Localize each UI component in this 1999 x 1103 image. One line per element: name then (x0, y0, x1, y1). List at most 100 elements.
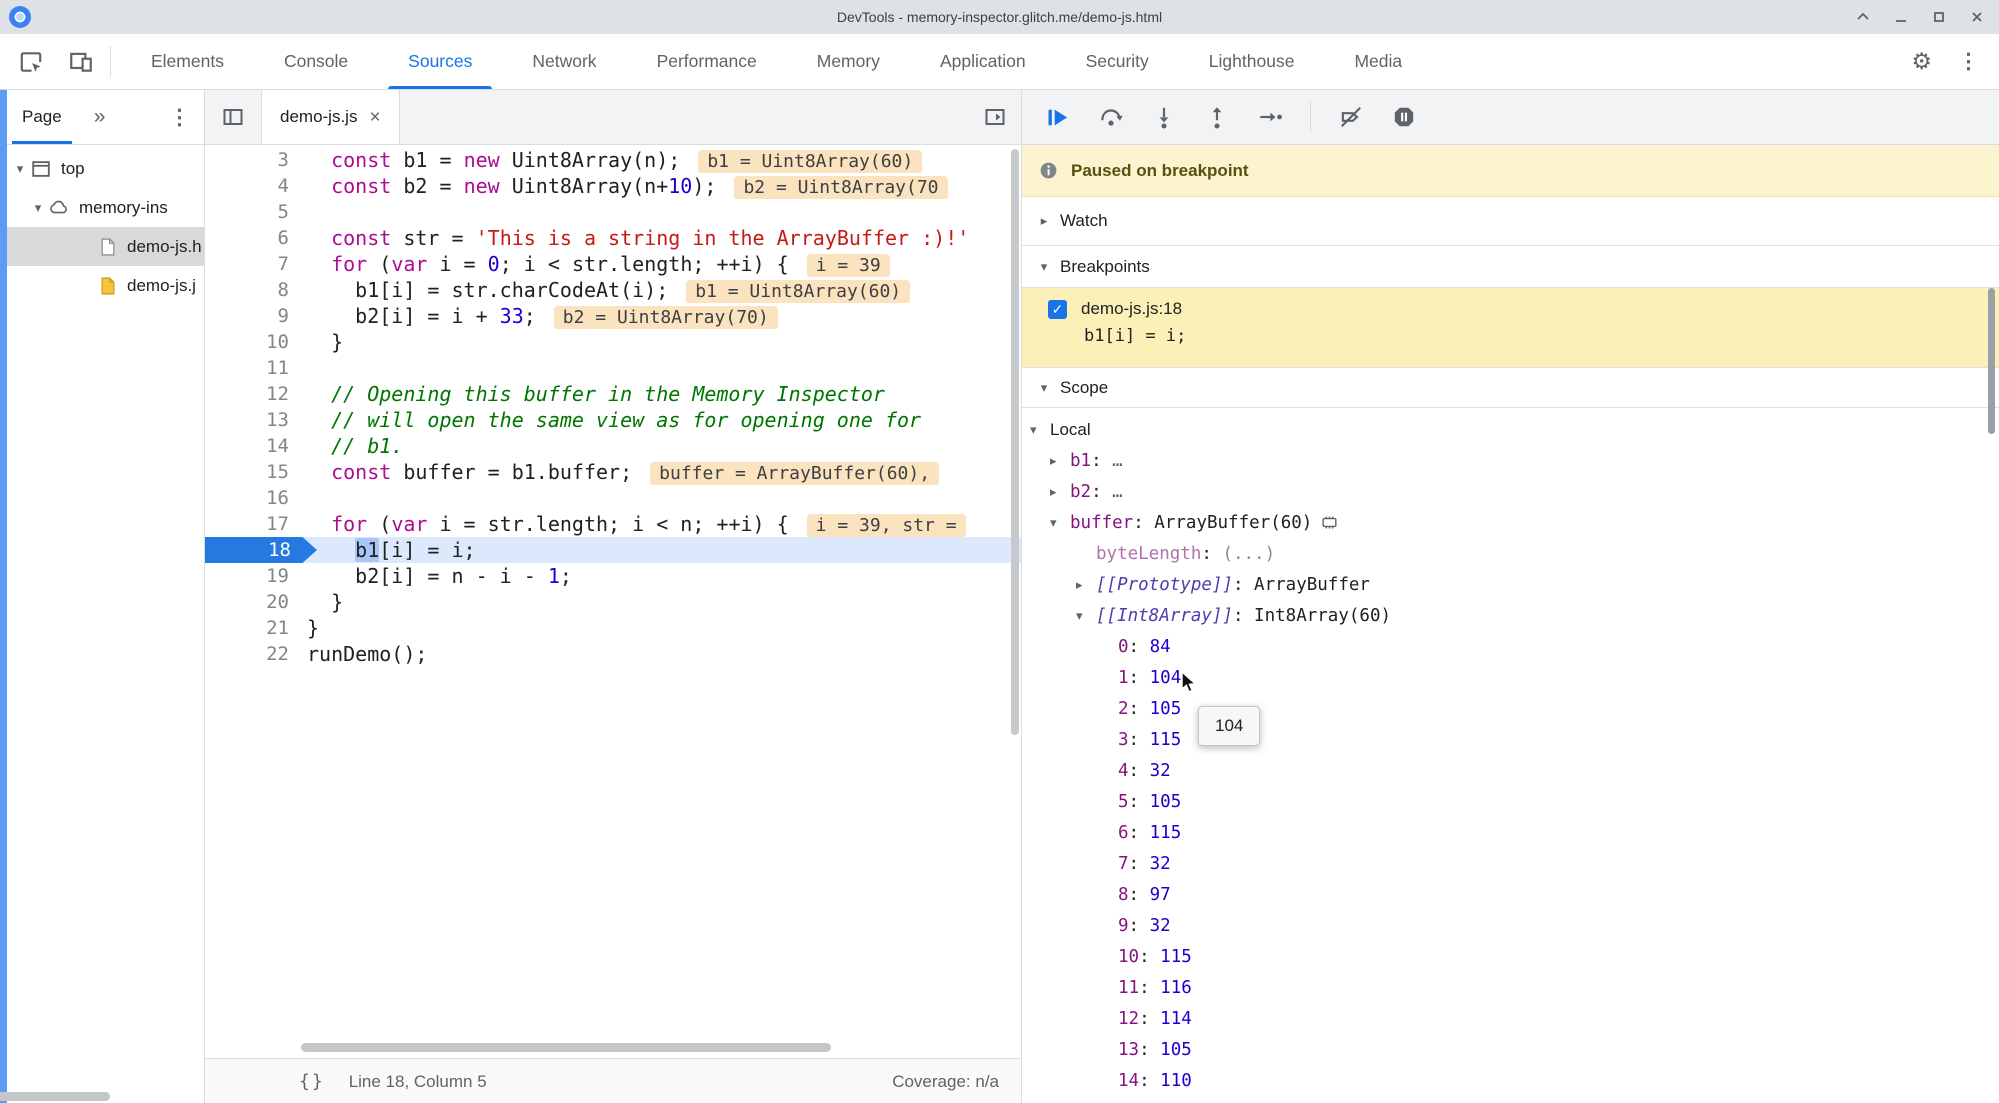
step-out-icon[interactable] (1204, 104, 1230, 130)
line-number-3[interactable]: 3 (205, 147, 303, 173)
tree-item-top[interactable]: ▾ top (0, 149, 204, 188)
code-line-content[interactable]: const str = 'This is a string in the Arr… (303, 225, 969, 251)
code-line-content[interactable]: b1[i] = str.charCodeAt(i); b1 = Uint8Arra… (303, 277, 911, 303)
scope-row-prototype[interactable]: ▸ [[Prototype]]: ArrayBuffer (1022, 569, 1999, 600)
tree-item-demo-js-h[interactable]: demo-js.h (0, 227, 204, 266)
section-scope[interactable]: ▾ Scope (1022, 368, 1999, 408)
line-number-15[interactable]: 15 (205, 459, 303, 485)
line-number-18[interactable]: 18 (205, 537, 317, 563)
chevron-right-icon[interactable]: ▸ (1074, 577, 1096, 593)
tab-lighthouse[interactable]: Lighthouse (1179, 34, 1325, 89)
line-number-8[interactable]: 8 (205, 277, 303, 303)
chevron-down-icon[interactable]: ▾ (1028, 422, 1050, 438)
toggle-navigator-button[interactable] (205, 90, 261, 144)
code-line-content[interactable] (303, 199, 307, 225)
chevron-down-icon[interactable]: ▾ (1048, 515, 1070, 531)
code-line-content[interactable]: // will open the same view as for openin… (303, 407, 921, 433)
code-line-content[interactable]: } (303, 615, 319, 641)
code-line-content[interactable] (303, 355, 307, 381)
chevron-down-icon[interactable]: ▾ (1074, 608, 1096, 624)
code-line-content[interactable]: const buffer = b1.buffer; buffer = ArrayB… (303, 459, 940, 485)
device-toolbar-icon[interactable] (68, 49, 94, 75)
tab-media[interactable]: Media (1324, 34, 1432, 89)
open-drawer-icon[interactable] (983, 105, 1007, 129)
scope-row-0[interactable]: 0: 84 (1022, 631, 1999, 662)
scope-row-2[interactable]: 2: 105 (1022, 693, 1999, 724)
scope-row-4[interactable]: 4: 32 (1022, 755, 1999, 786)
editor-corner-button[interactable] (983, 90, 1021, 144)
code-line-content[interactable] (303, 485, 307, 511)
settings-gear-icon[interactable]: ⚙ (1911, 48, 1932, 75)
scope-row-buffer[interactable]: ▾ buffer: ArrayBuffer(60) (1022, 507, 1999, 538)
code-line-content[interactable]: } (303, 329, 343, 355)
scope-row-14[interactable]: 14: 110 (1022, 1065, 1999, 1096)
chevron-right-icon[interactable]: ▸ (1048, 484, 1070, 500)
code-line-content[interactable]: for (var i = 0; i < str.length; ++i) {i … (303, 251, 890, 277)
maximize-icon[interactable] (1931, 9, 1947, 25)
tab-security[interactable]: Security (1056, 34, 1179, 89)
file-tab-demo-js[interactable]: demo-js.js × (261, 90, 400, 144)
line-number-13[interactable]: 13 (205, 407, 303, 433)
scope-row-13[interactable]: 13: 105 (1022, 1034, 1999, 1065)
scope-row-6[interactable]: 6: 115 (1022, 817, 1999, 848)
scope-row-12[interactable]: 12: 114 (1022, 1003, 1999, 1034)
code-line-content[interactable]: const b1 = new Uint8Array(n); b1 = Uint8A… (303, 147, 923, 173)
memory-inspector-icon[interactable] (1320, 513, 1339, 532)
line-number-17[interactable]: 17 (205, 511, 303, 537)
pretty-print-button[interactable]: {} (299, 1071, 325, 1092)
line-number-7[interactable]: 7 (205, 251, 303, 277)
breakpoint-entry[interactable]: ✓ demo-js.js:18 b1[i] = i; (1022, 288, 1999, 368)
step-into-icon[interactable] (1151, 104, 1177, 130)
line-number-20[interactable]: 20 (205, 589, 303, 615)
line-number-6[interactable]: 6 (205, 225, 303, 251)
scope-row-int8array[interactable]: ▾ [[Int8Array]]: Int8Array(60) (1022, 600, 1999, 631)
tab-memory[interactable]: Memory (787, 34, 910, 89)
tab-page[interactable]: Page (12, 90, 72, 144)
breakpoint-checkbox[interactable]: ✓ (1048, 299, 1067, 319)
debugger-vertical-scrollbar[interactable] (1988, 288, 1995, 434)
tab-performance[interactable]: Performance (627, 34, 787, 89)
tree-item-memory-ins[interactable]: ▾ memory-ins (0, 188, 204, 227)
tab-elements[interactable]: Elements (121, 34, 254, 89)
chevron-down-icon[interactable]: ▾ (10, 161, 30, 177)
scope-row-8[interactable]: 8: 97 (1022, 879, 1999, 910)
expand-icon[interactable] (1855, 9, 1871, 25)
line-number-21[interactable]: 21 (205, 615, 303, 641)
chevron-right-icon[interactable]: ▸ (1048, 453, 1070, 469)
resume-icon[interactable] (1044, 104, 1071, 131)
inspect-icon[interactable] (18, 49, 44, 75)
kebab-menu-icon[interactable]: ⋮ (169, 105, 190, 130)
scope-row-5[interactable]: 5: 105 (1022, 786, 1999, 817)
tab-application[interactable]: Application (910, 34, 1056, 89)
scope-row-b2[interactable]: ▸ b2: … (1022, 476, 1999, 507)
code-line-content[interactable]: b2[i] = n - i - 1; (303, 563, 572, 589)
code-line-content[interactable]: for (var i = str.length; i < n; ++i) {i … (303, 511, 966, 537)
scope-row-bytelength[interactable]: byteLength: (...) (1022, 538, 1999, 569)
section-breakpoints[interactable]: ▾ Breakpoints (1022, 246, 1999, 288)
line-number-14[interactable]: 14 (205, 433, 303, 459)
code-line-content[interactable]: // b1. (303, 433, 403, 459)
close-icon[interactable]: × (369, 108, 380, 127)
line-number-22[interactable]: 22 (205, 641, 303, 667)
chevron-down-icon[interactable]: ▾ (28, 200, 48, 216)
line-number-9[interactable]: 9 (205, 303, 303, 329)
scope-row-7[interactable]: 7: 32 (1022, 848, 1999, 879)
more-tabs-icon[interactable]: » (94, 105, 106, 129)
code-line-content[interactable]: b2[i] = i + 33; b2 = Uint8Array(70) (303, 303, 778, 329)
pause-on-exceptions-icon[interactable] (1391, 104, 1417, 130)
scope-row-11[interactable]: 11: 116 (1022, 972, 1999, 1003)
scope-row-1[interactable]: 1: 104 (1022, 662, 1999, 693)
step-over-icon[interactable] (1098, 104, 1124, 130)
code-line-content[interactable]: const b2 = new Uint8Array(n+10); b2 = Uin… (303, 173, 948, 199)
code-line-content[interactable]: runDemo(); (303, 641, 427, 667)
scope-row-3[interactable]: 3: 115 (1022, 724, 1999, 755)
line-number-11[interactable]: 11 (205, 355, 303, 381)
minimize-icon[interactable] (1893, 9, 1909, 25)
line-number-19[interactable]: 19 (205, 563, 303, 589)
scope-row-b1[interactable]: ▸ b1: … (1022, 445, 1999, 476)
close-icon[interactable] (1969, 9, 1985, 25)
editor-vertical-scrollbar[interactable] (1011, 149, 1019, 735)
tab-network[interactable]: Network (502, 34, 626, 89)
toggle-navigator-icon[interactable] (221, 105, 245, 129)
code-line-content[interactable]: } (303, 589, 343, 615)
